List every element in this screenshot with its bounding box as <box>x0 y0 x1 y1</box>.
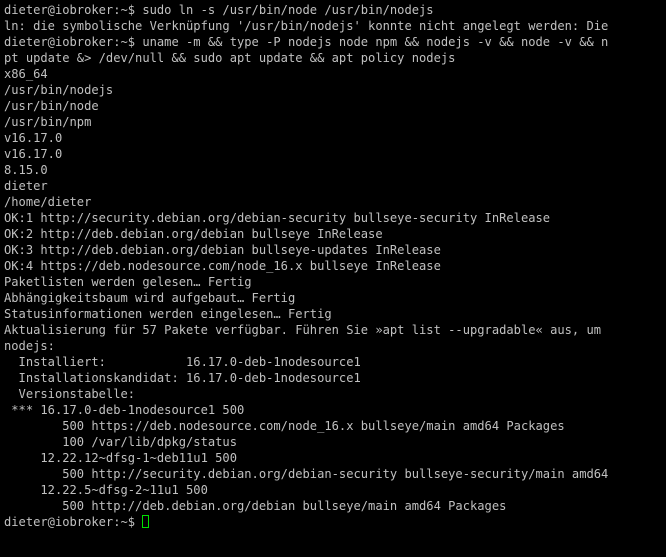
output-line: /usr/bin/node <box>4 99 99 113</box>
output-line: dieter <box>4 179 48 193</box>
output-line: 8.15.0 <box>4 163 48 177</box>
output-line: 100 /var/lib/dpkg/status <box>4 435 237 449</box>
output-line: Abhängigkeitsbaum wird aufgebaut… Fertig <box>4 291 296 305</box>
output-line: *** 16.17.0-deb-1nodesource1 500 <box>4 403 245 417</box>
output-line: Versionstabelle: <box>4 387 136 401</box>
output-line: /home/dieter <box>4 195 92 209</box>
cursor-icon <box>142 515 150 528</box>
output-line: 500 https://deb.nodesource.com/node_16.x… <box>4 419 565 433</box>
terminal-output: dieter@iobroker:~$ sudo ln -s /usr/bin/n… <box>0 2 666 514</box>
output-line: v16.17.0 <box>4 147 63 161</box>
prompt-line[interactable]: dieter@iobroker:~$ <box>4 514 666 530</box>
output-line: Aktualisierung für 57 Pakete verfügbar. … <box>4 323 602 337</box>
output-line: OK:4 https://deb.nodesource.com/node_16.… <box>4 259 441 273</box>
output-line: /usr/bin/nodejs <box>4 83 114 97</box>
output-line: x86_64 <box>4 67 48 81</box>
output-line: v16.17.0 <box>4 131 63 145</box>
output-line: 500 http://deb.debian.org/debian bullsey… <box>4 499 507 513</box>
output-line: Installationskandidat: 16.17.0-deb-1node… <box>4 371 361 385</box>
output-line: dieter@iobroker:~$ sudo ln -s /usr/bin/n… <box>4 3 434 17</box>
output-line: nodejs: <box>4 339 55 353</box>
output-line: Installiert: 16.17.0-deb-1nodesource1 <box>4 355 361 369</box>
output-line: /usr/bin/npm <box>4 115 92 129</box>
output-line: OK:1 http://security.debian.org/debian-s… <box>4 211 551 225</box>
output-line: Statusinformationen werden eingelesen… F… <box>4 307 332 321</box>
output-line: 500 http://security.debian.org/debian-se… <box>4 467 609 481</box>
shell-prompt: dieter@iobroker:~$ <box>4 515 143 529</box>
output-line: 12.22.12~dfsg-1~deb11u1 500 <box>4 451 237 465</box>
output-line: OK:3 http://deb.debian.org/debian bullse… <box>4 243 441 257</box>
output-line: Paketlisten werden gelesen… Fertig <box>4 275 252 289</box>
output-line: OK:2 http://deb.debian.org/debian bullse… <box>4 227 383 241</box>
output-line: pt update &> /dev/null && sudo apt updat… <box>4 51 456 65</box>
output-line: dieter@iobroker:~$ uname -m && type -P n… <box>4 35 609 49</box>
terminal-window[interactable]: dieter@iobroker:~$ sudo ln -s /usr/bin/n… <box>0 0 666 557</box>
output-line: ln: die symbolische Verknüpfung '/usr/bi… <box>4 19 609 33</box>
output-line: 12.22.5~dfsg-2~11u1 500 <box>4 483 208 497</box>
